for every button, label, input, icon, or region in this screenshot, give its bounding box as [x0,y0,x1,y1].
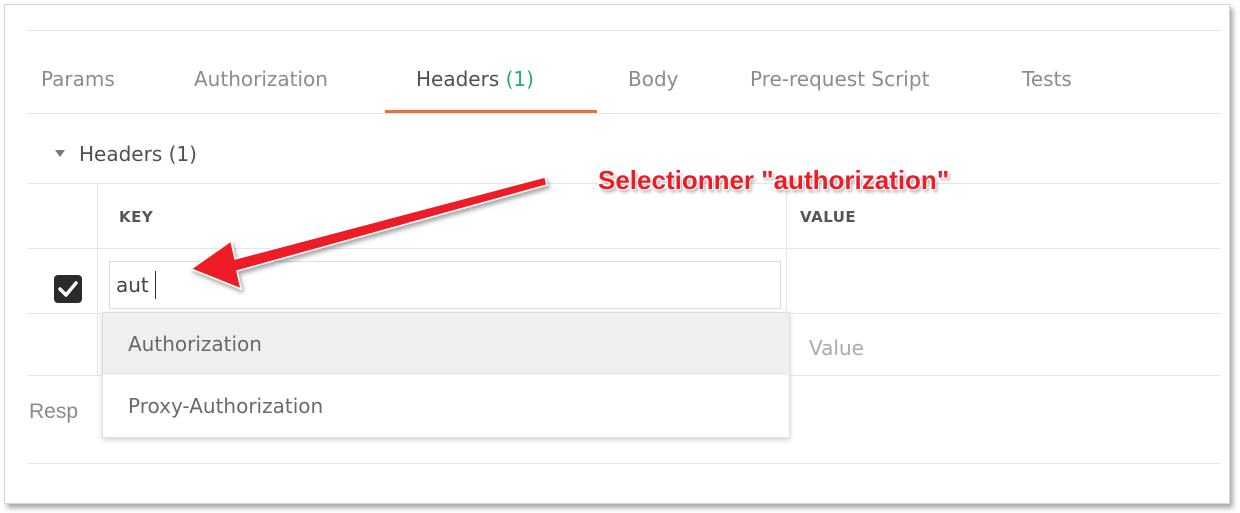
request-panel: Params Authorization Headers (1) Body Pr… [4,4,1230,504]
annotation-arrow-icon [189,176,548,291]
